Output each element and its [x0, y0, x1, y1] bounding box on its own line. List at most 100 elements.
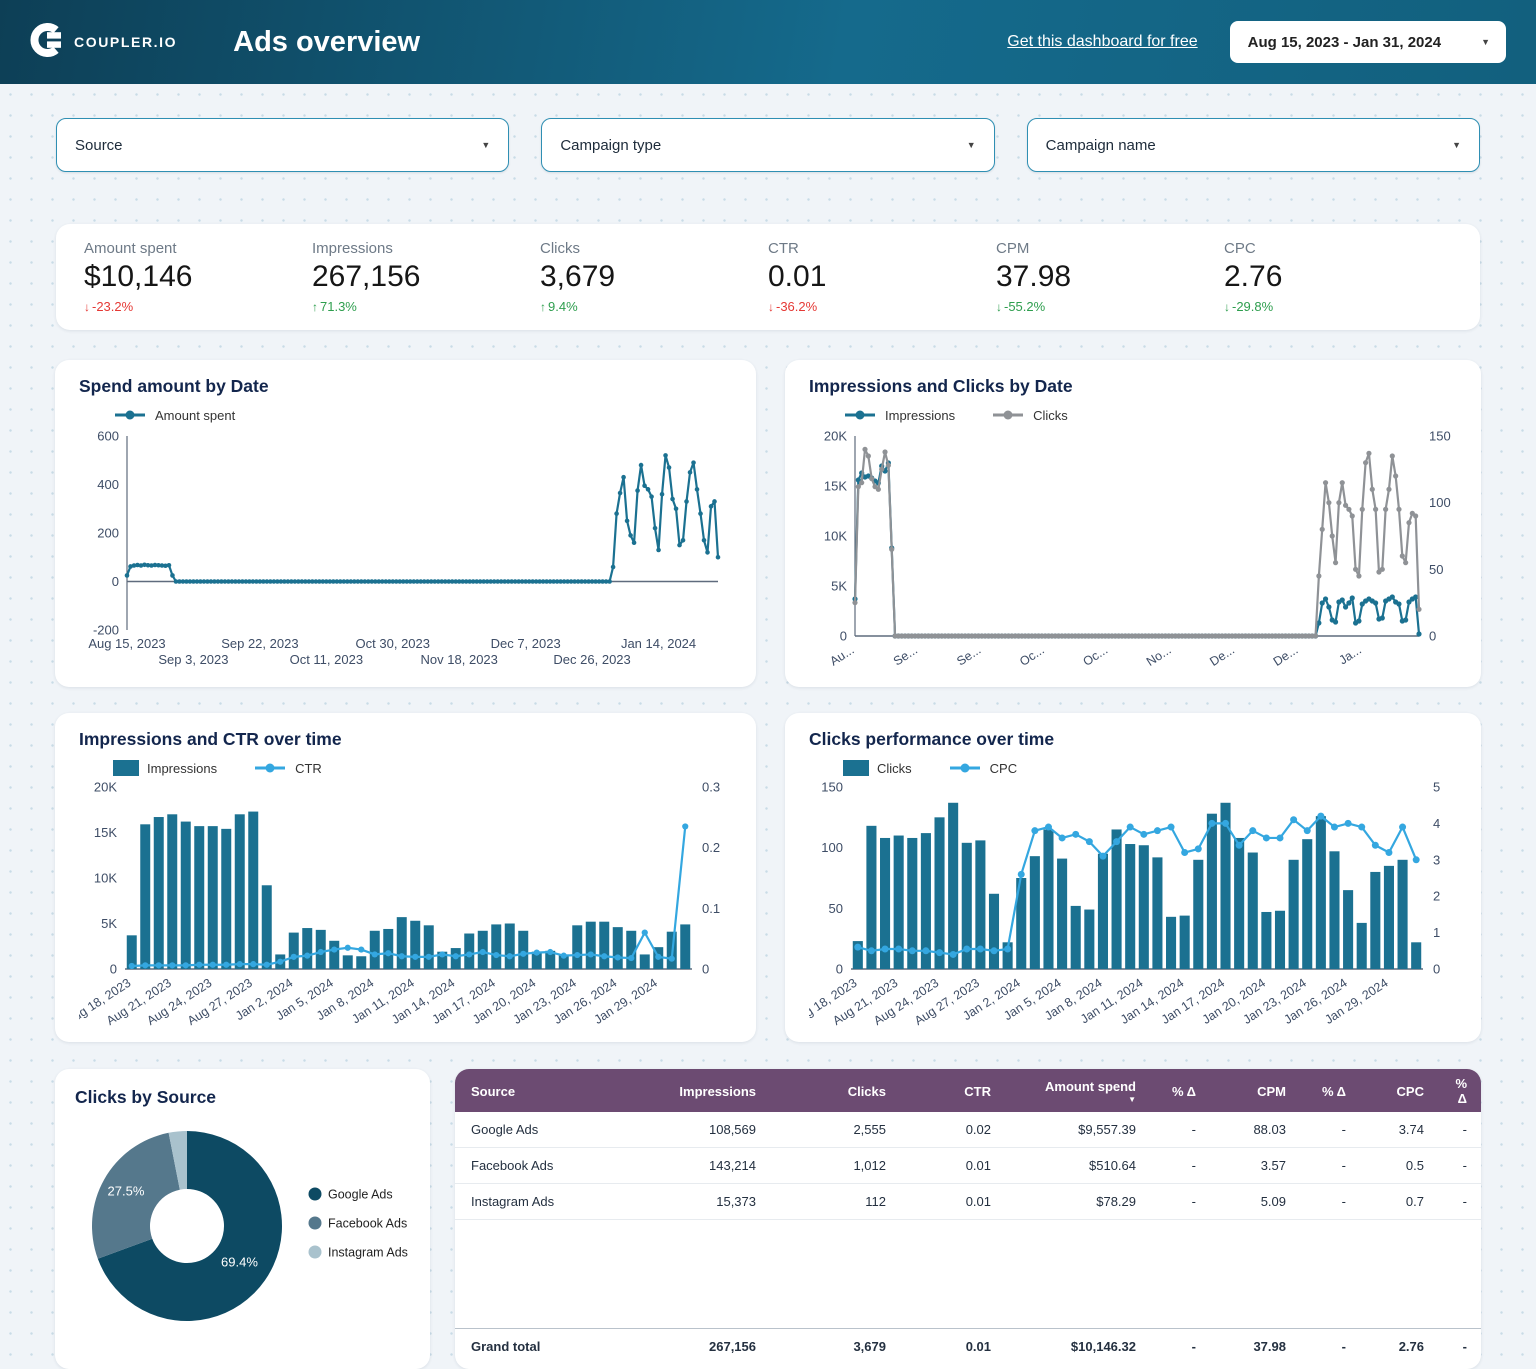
- svg-text:Dec 26, 2023: Dec 26, 2023: [553, 652, 630, 667]
- date-range-picker[interactable]: Aug 15, 2023 - Jan 31, 2024 ▼: [1229, 21, 1506, 63]
- trend-arrow-icon: ↓: [84, 300, 90, 314]
- svg-text:50: 50: [829, 901, 843, 916]
- svg-text:0: 0: [1433, 962, 1440, 977]
- kpi-delta: ↓ -29.8%: [1224, 299, 1274, 314]
- svg-text:Oct 30, 2023: Oct 30, 2023: [356, 636, 430, 651]
- kpi-amount-spent: Amount spent $10,146 ↓ -23.2%: [84, 240, 312, 314]
- legend-item-amount-spent[interactable]: Amount spent: [113, 408, 235, 423]
- svg-text:150: 150: [821, 780, 843, 795]
- svg-text:Facebook Ads: Facebook Ads: [328, 1217, 407, 1231]
- trend-arrow-icon: ↓: [768, 300, 774, 314]
- coupler-logo[interactable]: COUPLER.IO: [30, 22, 177, 62]
- spend-line-chart[interactable]: 6004002000-200Aug 15, 2023Sep 3, 2023Sep…: [79, 426, 732, 676]
- column-header-amount-spend[interactable]: Amount spend ▼: [1005, 1069, 1150, 1112]
- svg-text:150: 150: [1429, 429, 1451, 444]
- legend-item-clicks[interactable]: Clicks: [843, 760, 912, 776]
- svg-text:Jan 14, 2024: Jan 14, 2024: [621, 636, 696, 651]
- column-header-ctr[interactable]: CTR: [900, 1069, 1005, 1112]
- legend-item-clicks[interactable]: Clicks: [991, 408, 1068, 423]
- svg-text:Aug 15, 2023: Aug 15, 2023: [88, 636, 165, 651]
- svg-text:Oct 11, 2023: Oct 11, 2023: [290, 652, 363, 667]
- date-range-value: Aug 15, 2023 - Jan 31, 2024: [1247, 33, 1442, 51]
- svg-text:27.5%: 27.5%: [108, 1184, 145, 1199]
- column-header-impressions[interactable]: Impressions: [595, 1069, 770, 1112]
- svg-text:5K: 5K: [101, 916, 117, 931]
- kpi-label: Amount spent: [84, 240, 177, 257]
- kpi-cpc: CPC 2.76 ↓ -29.8%: [1224, 240, 1452, 314]
- kpi-label: CPM: [996, 240, 1030, 257]
- svg-text:10K: 10K: [824, 529, 847, 544]
- legend-item-ctr[interactable]: CTR: [253, 761, 322, 776]
- column-header--[interactable]: % Δ: [1438, 1069, 1481, 1112]
- clicks-cpc-bar-chart[interactable]: 150100500543210Aug 18, 2023Aug 21, 2023A…: [789, 779, 1457, 1031]
- svg-text:4: 4: [1433, 816, 1440, 831]
- kpi-value: 267,156: [312, 260, 421, 293]
- column-header-source[interactable]: Source: [455, 1069, 595, 1112]
- impressions-clicks-card: Impressions and Clicks by Date Impressio…: [785, 360, 1481, 687]
- sources-table-card: Source Impressions Clicks CTR Amount spend ▼%…: [455, 1069, 1481, 1369]
- legend-item-impressions[interactable]: Impressions: [843, 408, 955, 423]
- chart-title: Impressions and Clicks by Date: [809, 376, 1073, 396]
- impressions-ctr-card: Impressions and CTR over time Impression…: [55, 713, 756, 1042]
- kpi-delta: ↓ -55.2%: [996, 299, 1046, 314]
- svg-text:20K: 20K: [94, 780, 117, 795]
- line-series-icon: [949, 763, 980, 773]
- chart-legend: Clicks CPC: [843, 759, 1457, 777]
- legend-item-impressions[interactable]: Impressions: [113, 760, 217, 776]
- filter-bar: Source ▼ Campaign type ▼ Campaign name ▼: [0, 84, 1536, 172]
- kpi-delta: ↓ -36.2%: [768, 299, 818, 314]
- chart-legend: Impressions Clicks: [843, 406, 1457, 424]
- filter-label: Source: [75, 136, 123, 154]
- svg-text:Dec 7, 2023: Dec 7, 2023: [491, 636, 561, 651]
- svg-text:De...: De...: [1271, 643, 1301, 669]
- line-series-icon: [255, 763, 286, 773]
- svg-text:69.4%: 69.4%: [221, 1255, 258, 1270]
- trend-arrow-icon: ↑: [540, 300, 546, 314]
- svg-text:0: 0: [112, 574, 119, 589]
- table-spacer: [455, 1220, 1481, 1329]
- kpi-delta: ↓ -23.2%: [84, 299, 134, 314]
- column-header-cpc[interactable]: CPC: [1360, 1069, 1438, 1112]
- chart-title: Spend amount by Date: [79, 376, 269, 396]
- svg-text:0.3: 0.3: [702, 780, 720, 795]
- svg-text:0.2: 0.2: [702, 840, 720, 855]
- kpi-value: 0.01: [768, 260, 827, 293]
- get-dashboard-link[interactable]: Get this dashboard for free: [1007, 33, 1197, 51]
- column-header-clicks[interactable]: Clicks: [770, 1069, 900, 1112]
- kpi-ctr: CTR 0.01 ↓ -36.2%: [768, 240, 996, 314]
- filter-campaign-name[interactable]: Campaign name ▼: [1026, 118, 1480, 172]
- svg-text:Nov 18, 2023: Nov 18, 2023: [421, 652, 498, 667]
- svg-text:2: 2: [1433, 889, 1440, 904]
- filter-campaign-type[interactable]: Campaign type ▼: [541, 118, 995, 172]
- svg-text:Sep 22, 2023: Sep 22, 2023: [221, 636, 298, 651]
- chart-title: Impressions and CTR over time: [79, 729, 342, 749]
- bar-series-icon: [113, 760, 139, 776]
- filter-source[interactable]: Source ▼: [56, 118, 510, 172]
- svg-text:0: 0: [836, 962, 843, 977]
- svg-text:100: 100: [1429, 495, 1451, 510]
- svg-text:0: 0: [702, 962, 709, 977]
- chevron-down-icon: ▼: [1481, 37, 1490, 47]
- coupler-logo-icon: [30, 22, 64, 62]
- column-header-cpm[interactable]: CPM: [1210, 1069, 1300, 1112]
- clicks-by-source-donut-chart[interactable]: 69.4% 27.5% Google Ads Facebook Ads Instagra…: [75, 1108, 410, 1344]
- column-header--[interactable]: % Δ: [1150, 1069, 1210, 1112]
- trend-arrow-icon: ↓: [996, 300, 1002, 314]
- sources-table: Source Impressions Clicks CTR Amount spend ▼%…: [455, 1069, 1481, 1364]
- trend-arrow-icon: ↑: [312, 300, 318, 314]
- impressions-ctr-bar-chart[interactable]: 20K15K10K5K00.30.20.10Aug 18, 2023Aug 21…: [63, 779, 732, 1031]
- kpi-value: $10,146: [84, 260, 193, 293]
- sort-desc-icon: ▼: [1128, 1095, 1136, 1104]
- kpi-value: 3,679: [540, 260, 616, 293]
- bar-series-icon: [843, 760, 869, 776]
- page-title: Ads overview: [233, 25, 421, 58]
- svg-text:Oc...: Oc...: [1017, 643, 1047, 669]
- impressions-clicks-line-chart[interactable]: 20K15K10K5K0150100500Au... Se... Se... Oc..…: [809, 426, 1457, 676]
- kpi-value: 2.76: [1224, 260, 1283, 293]
- legend-item-cpc[interactable]: CPC: [948, 761, 1017, 776]
- clicks-performance-card: Clicks performance over time Clicks CPC 1…: [785, 713, 1481, 1042]
- svg-text:100: 100: [821, 840, 843, 855]
- kpi-delta: ↑ 9.4%: [540, 299, 578, 314]
- kpi-label: Clicks: [540, 240, 580, 257]
- column-header--[interactable]: % Δ: [1300, 1069, 1360, 1112]
